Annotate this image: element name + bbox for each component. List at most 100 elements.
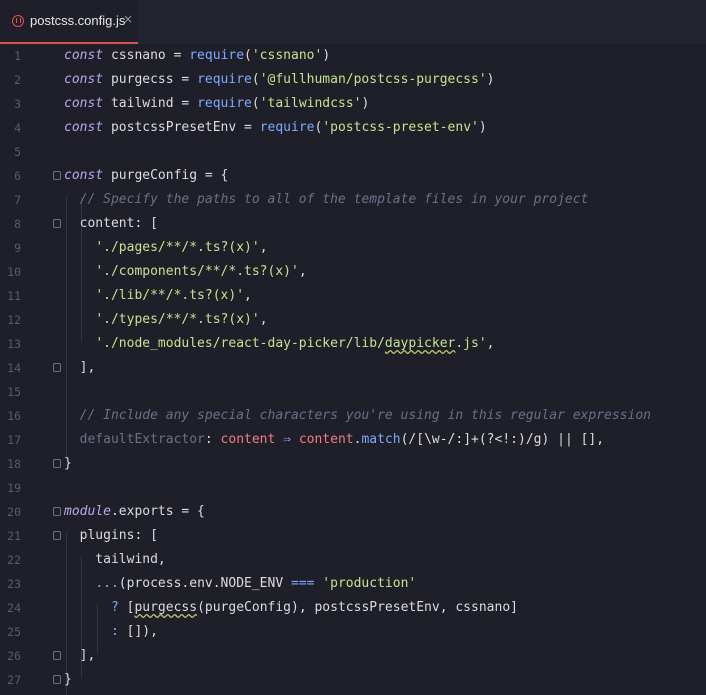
line-number: 5 xyxy=(14,145,21,159)
npm-file-icon xyxy=(12,15,24,27)
code-token: 'tailwindcss' xyxy=(259,96,362,111)
code-text: const tailwind = require('tailwindcss') xyxy=(64,92,369,116)
code-line[interactable]: 11 './lib/**/*.ts?(x)', xyxy=(0,284,706,308)
code-token: content xyxy=(298,432,354,447)
code-token: purgecss xyxy=(134,600,198,615)
line-number: 1 xyxy=(14,49,21,63)
code-line[interactable]: 6 const purgeConfig = { xyxy=(0,164,706,188)
code-token: daypicker xyxy=(384,336,456,351)
code-text: : []), xyxy=(64,620,158,644)
code-token: ], xyxy=(64,648,96,663)
code-line[interactable]: 5 xyxy=(0,140,706,164)
code-text: './components/**/*.ts?(x)', xyxy=(64,260,306,284)
code-line[interactable]: 14 ], xyxy=(0,356,706,380)
code-token: } xyxy=(64,456,72,471)
code-line[interactable]: 19 xyxy=(0,476,706,500)
line-number: 13 xyxy=(7,337,21,351)
code-line[interactable]: 12 './types/**/*.ts?(x)', xyxy=(0,308,706,332)
code-token: (process.env.NODE_ENV xyxy=(118,576,291,591)
code-line[interactable]: 16 // Include any special characters you… xyxy=(0,404,706,428)
code-line[interactable]: 10 './components/**/*.ts?(x)', xyxy=(0,260,706,284)
code-line[interactable]: 9 './pages/**/*.ts?(x)', xyxy=(0,236,706,260)
code-token: postcssPresetEnv = xyxy=(103,120,260,135)
code-text: './lib/**/*.ts?(x)', xyxy=(64,284,252,308)
code-line[interactable]: 4 const postcssPresetEnv = require('postc… xyxy=(0,116,706,140)
line-number: 16 xyxy=(7,409,21,423)
code-token: : xyxy=(204,432,221,447)
code-line[interactable]: 24 ? [purgecss(purgeConfig), postcssPres… xyxy=(0,596,706,620)
code-editor[interactable]: 1 const cssnano = require('cssnano') 2 cons… xyxy=(0,44,706,695)
code-text: defaultExtractor: content ⇒ content.matc… xyxy=(64,428,604,452)
fold-marker-icon[interactable] xyxy=(53,507,61,516)
code-token: tailwind, xyxy=(64,552,166,567)
close-tab-icon[interactable]: × xyxy=(123,12,133,26)
code-line[interactable]: 8 content: [ xyxy=(0,212,706,236)
code-token: ) xyxy=(361,96,370,111)
code-token: tailwind = xyxy=(103,96,198,111)
code-line[interactable]: 25 : []), xyxy=(0,620,706,644)
fold-marker-icon[interactable] xyxy=(53,675,61,684)
fold-marker-icon[interactable] xyxy=(53,363,61,372)
code-line[interactable]: 17 defaultExtractor: content ⇒ content.m… xyxy=(0,428,706,452)
code-token: ( xyxy=(244,48,252,63)
code-text: content: [ xyxy=(64,212,158,236)
fold-marker-icon[interactable] xyxy=(53,219,61,228)
code-token: (purgeConfig), postcssPresetEnv, cssnano… xyxy=(197,600,518,615)
line-number: 4 xyxy=(14,121,21,135)
code-token: purgeConfig = { xyxy=(103,168,229,183)
line-number: 20 xyxy=(7,505,21,519)
fold-marker-icon[interactable] xyxy=(53,171,61,180)
code-line[interactable]: 21 plugins: [ xyxy=(0,524,706,548)
code-text: './pages/**/*.ts?(x)', xyxy=(64,236,267,260)
fold-marker-icon[interactable] xyxy=(53,531,61,540)
code-line[interactable]: 2 const purgecss = require('@fullhuman/po… xyxy=(0,68,706,92)
code-line[interactable]: 23 ...(process.env.NODE_ENV === 'product… xyxy=(0,572,706,596)
code-token: // Specify the paths to all of the templ… xyxy=(64,192,589,207)
code-text: ], xyxy=(64,356,96,380)
line-number: 22 xyxy=(7,553,21,567)
code-line[interactable]: 20 module.exports = { xyxy=(0,500,706,524)
code-line[interactable]: 15 xyxy=(0,380,706,404)
code-token: : xyxy=(110,624,119,639)
line-number: 7 xyxy=(14,193,21,207)
tab-title: postcss.config.js xyxy=(30,13,126,28)
code-line[interactable]: 27} xyxy=(0,668,706,692)
fold-marker-icon[interactable] xyxy=(53,459,61,468)
code-token: } xyxy=(64,672,72,687)
code-text: tailwind, xyxy=(64,548,166,572)
code-text: // Include any special characters you're… xyxy=(64,404,651,428)
tab-bar: postcss.config.js × xyxy=(0,0,706,45)
code-token: ) xyxy=(478,120,487,135)
code-text: } xyxy=(64,452,72,476)
code-line[interactable]: 22 tailwind, xyxy=(0,548,706,572)
line-number: 27 xyxy=(7,673,21,687)
code-line[interactable]: 3 const tailwind = require('tailwindcss') xyxy=(0,92,706,116)
code-line[interactable]: 26 ], xyxy=(0,644,706,668)
code-line[interactable]: 13 './node_modules/react-day-picker/lib/… xyxy=(0,332,706,356)
line-number: 8 xyxy=(14,217,21,231)
line-number: 14 xyxy=(7,361,21,375)
fold-marker-icon[interactable] xyxy=(53,651,61,660)
code-line[interactable]: 18} xyxy=(0,452,706,476)
code-token: .js' xyxy=(455,336,487,351)
code-text: module.exports = { xyxy=(64,500,205,524)
code-line[interactable]: 1 const cssnano = require('cssnano') xyxy=(0,44,706,68)
line-number: 23 xyxy=(7,577,21,591)
tab-postcss-config[interactable]: postcss.config.js × xyxy=(0,0,138,44)
code-token: defaultExtractor xyxy=(64,432,205,447)
code-text: const purgecss = require('@fullhuman/pos… xyxy=(64,68,495,92)
code-token: const xyxy=(64,168,104,183)
code-token: './components/**/*.ts?(x)' xyxy=(95,264,299,279)
line-number: 15 xyxy=(7,385,21,399)
code-token: , xyxy=(486,336,495,351)
line-number: 3 xyxy=(14,97,21,111)
line-number: 26 xyxy=(7,649,21,663)
code-token: require xyxy=(259,120,315,135)
code-line[interactable]: 7 // Specify the paths to all of the tem… xyxy=(0,188,706,212)
